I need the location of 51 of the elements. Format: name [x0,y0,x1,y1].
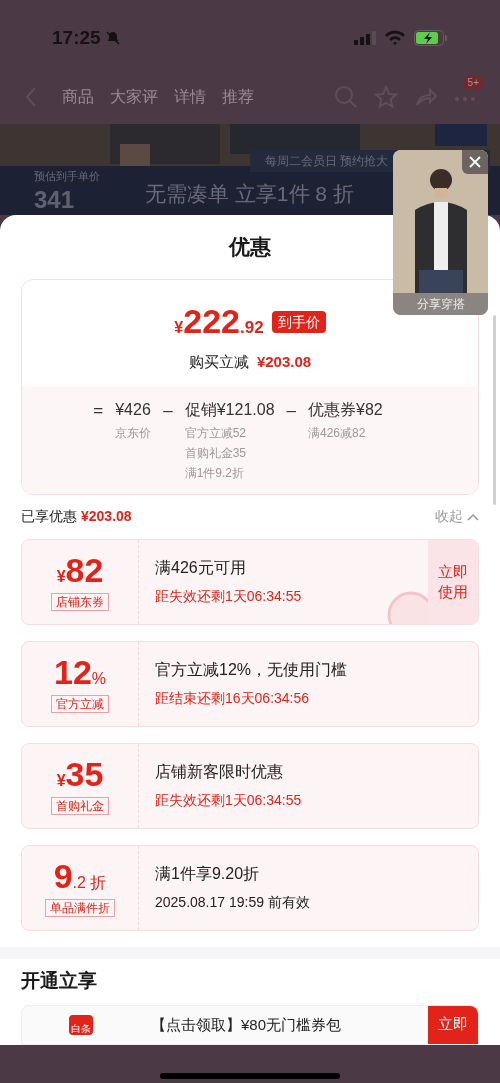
section-title: 开通立享 [21,969,97,994]
signal-icon [354,31,376,45]
nav-tab[interactable]: 大家评 [110,85,158,109]
coupon-value: ¥82 [56,552,104,589]
video-caption: 分享穿搭 [393,293,488,315]
coupon-value: 12% [53,654,107,691]
breakdown-amount: 优惠券¥82 [308,399,383,420]
enjoyed-amount: ¥203.08 [81,507,132,526]
breakdown-amount: ¥426 [115,399,152,420]
breakdown-note: 满426减82 [308,424,367,442]
coupon-tag: 单品满件折 [45,898,115,917]
breakdown-note: 京东价 [115,424,152,442]
offer-title: 【点击领取】¥80无门槛券包 [151,1014,342,1035]
coupon-tag: 首购礼金 [51,796,109,815]
nav-tab[interactable]: 推荐 [222,85,254,109]
claim-button[interactable]: 立即 [428,1005,478,1044]
use-now-button[interactable]: 立即使用 [428,539,478,624]
coupon-value: ¥35 [56,756,104,793]
coupon-title: 满1件享9.20折 [155,863,261,884]
coupon-title: 店铺新客限时优惠 [155,761,284,782]
baitiao-icon: 白条 [68,1014,93,1035]
nav-tab[interactable]: 商品 [62,85,94,109]
coupon-title: 满426元可用 [155,557,247,578]
coupon-title: 官方立减12%，无使用门槛 [155,659,349,680]
operator-sign: – [286,399,296,422]
battery-charging-icon [414,30,448,46]
breakdown-amount: 促销¥121.08 [184,399,275,420]
operator-sign: = [93,399,104,422]
coupon-note: 距失效还剩1天06:34:55 [155,586,303,606]
collapse-button[interactable]: 收起 [435,506,479,527]
nav-tab[interactable]: 详情 [174,85,206,109]
sheet-title: 优惠 [229,234,271,261]
chevron-up-icon [467,512,479,521]
final-price-badge: 到手价 [271,310,326,333]
notification-badge: 5+ [462,75,484,90]
enjoyed-label: 已享优惠 [21,507,77,526]
coupon-note: 2025.08.17 19:59 前有效 [155,892,311,912]
coupon-value: 9.2 折 [53,858,107,895]
breakdown-note: 满1件9.2折 [184,464,246,482]
coupon-note: 距失效还剩1天06:34:55 [155,790,303,810]
coupon-tag: 官方立减 [51,694,109,713]
breakdown-note: 官方立减52 [184,424,248,442]
operator-sign: – [163,399,173,422]
breakdown-note: 首购礼金35 [184,444,248,462]
coupon-note: 距结束还剩16天06:34:56 [155,688,311,708]
bell-muted-icon [104,30,121,46]
saving-label: 购买立减 [188,352,249,372]
final-price: ¥222.92 [174,301,264,342]
coupon-tag: 店铺东券 [51,592,109,611]
saving-amount: ¥203.08 [256,352,312,372]
wifi-icon [384,30,406,46]
